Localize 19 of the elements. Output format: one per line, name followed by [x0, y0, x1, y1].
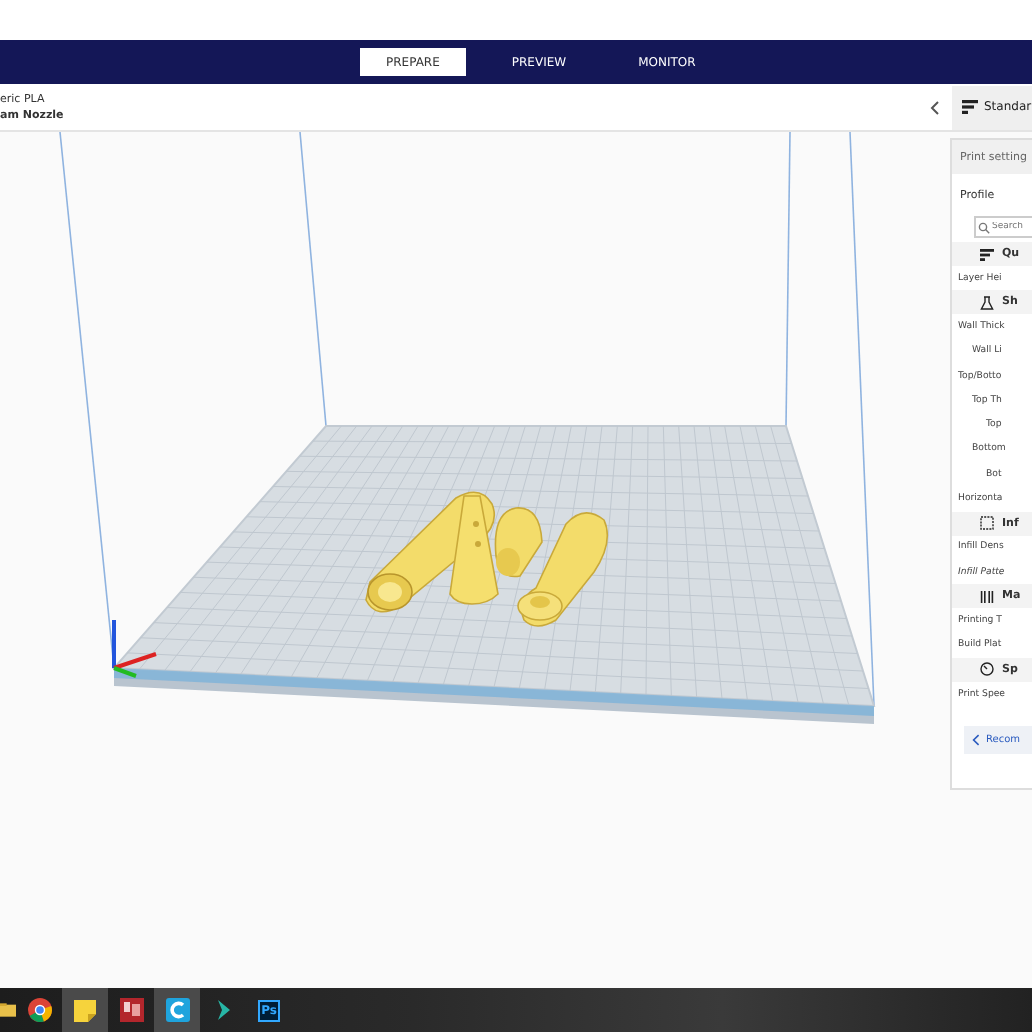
- taskbar-app-button[interactable]: [62, 988, 108, 1032]
- folder-icon: [0, 1000, 16, 1020]
- sticky-note-icon: [74, 999, 96, 1021]
- gauge-icon: [980, 662, 994, 677]
- bars-icon: [980, 589, 994, 604]
- collapse-button[interactable]: [926, 95, 944, 119]
- sliders-icon: [962, 100, 978, 114]
- axis-indicator: [112, 620, 157, 678]
- app-icon: [165, 998, 189, 1022]
- chevron-left-icon: [930, 99, 940, 115]
- search-icon: [978, 221, 990, 233]
- flask-icon: [980, 295, 994, 310]
- app-icon: [119, 998, 143, 1022]
- sliders-icon: [980, 247, 994, 261]
- chevron-left-icon: [972, 734, 980, 747]
- arrow-icon: [215, 1000, 231, 1020]
- grid-icon: [980, 516, 994, 531]
- taskbar-app-button[interactable]: [154, 988, 200, 1032]
- browser-icon: [27, 998, 51, 1022]
